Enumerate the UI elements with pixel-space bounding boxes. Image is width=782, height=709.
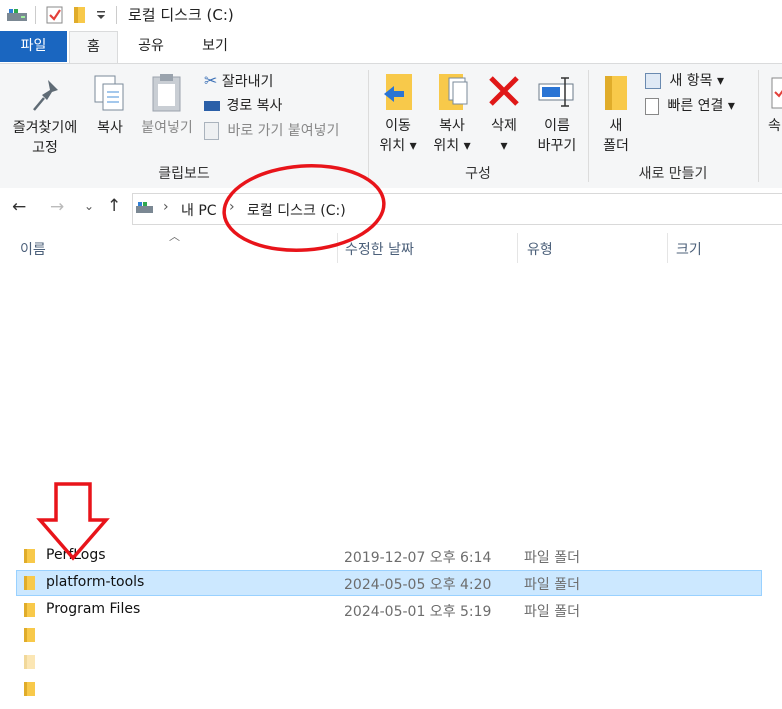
- file-row-program-files[interactable]: Program Files 2024-05-01 오후 5:19 파일 폴더: [16, 597, 762, 623]
- breadcrumb-separator-icon[interactable]: ›: [163, 199, 169, 215]
- copy-to-label-2: 위치 ▾: [433, 138, 471, 154]
- folder-icon: [24, 576, 35, 590]
- copy-path-label: 경로 복사: [226, 98, 283, 114]
- folder-icon: [24, 603, 35, 617]
- rename-label-2: 바꾸기: [537, 138, 577, 154]
- delete-x-icon: [489, 76, 519, 106]
- rename-icon: [538, 77, 574, 107]
- copy-path-button[interactable]: 경로 복사: [204, 95, 282, 117]
- tab-view[interactable]: 보기: [186, 31, 244, 62]
- pin-label-1: 즐겨찾기에: [12, 120, 78, 136]
- properties-partial-label: 속: [768, 118, 781, 134]
- move-to-button[interactable]: 이동 위치 ▾: [373, 70, 423, 162]
- delete-label: 삭제: [491, 118, 517, 134]
- column-header-modified[interactable]: 수정한 날짜: [345, 239, 414, 259]
- ribbon-tabs: 파일 홈 공유 보기: [0, 31, 782, 64]
- breadcrumb-separator-icon[interactable]: ›: [229, 199, 235, 215]
- file-name: Program Files: [46, 601, 141, 617]
- folder-icon[interactable]: [24, 628, 35, 642]
- move-to-label-1: 이동: [385, 118, 411, 134]
- copy-to-label-1: 복사: [439, 118, 465, 134]
- clipboard-group-label: 클립보드: [158, 166, 210, 182]
- rename-button[interactable]: 이름 바꾸기: [529, 70, 585, 162]
- pin-label-2: 고정: [32, 140, 58, 156]
- file-name: platform-tools: [46, 574, 145, 590]
- up-arrow-icon[interactable]: ↑: [107, 196, 121, 216]
- title-bar: 로컬 디스크 (C:): [0, 0, 782, 30]
- recent-locations-chevron-icon[interactable]: ⌄: [84, 199, 94, 213]
- pin-icon: [33, 80, 58, 111]
- new-item-icon: [645, 73, 661, 89]
- chevron-down-icon[interactable]: [95, 9, 107, 21]
- copy-path-icon: [204, 101, 220, 111]
- drive-icon: [136, 202, 153, 213]
- tab-file[interactable]: 파일: [0, 31, 67, 62]
- breadcrumb-this-pc[interactable]: 내 PC: [181, 200, 217, 220]
- file-modified: 2024-05-01 오후 5:19: [344, 604, 492, 620]
- file-type: 파일 폴더: [524, 577, 580, 593]
- easy-access-button[interactable]: 빠른 연결 ▾: [645, 95, 735, 117]
- tab-share[interactable]: 공유: [124, 31, 178, 62]
- file-row-perflogs[interactable]: PerfLogs 2019-12-07 오후 6:14 파일 폴더: [16, 543, 762, 569]
- properties-button[interactable]: 속: [764, 70, 782, 162]
- easy-access-icon: [645, 97, 659, 115]
- file-type: 파일 폴더: [524, 604, 580, 620]
- properties-icon[interactable]: [46, 5, 64, 25]
- new-folder-quick-icon[interactable]: [73, 5, 87, 25]
- file-type: 파일 폴더: [524, 550, 580, 566]
- new-item-label: 새 항목: [669, 73, 713, 89]
- new-folder-button[interactable]: 새 폴더: [593, 70, 639, 162]
- paste-shortcut-label: 바로 가기 붙여넣기: [227, 123, 340, 139]
- folder-icon: [605, 76, 627, 110]
- delete-button[interactable]: 삭제 ▾: [481, 70, 527, 162]
- new-item-button[interactable]: 새 항목 ▾: [645, 70, 724, 92]
- organize-group-label: 구성: [465, 166, 491, 182]
- easy-access-label: 빠른 연결: [667, 98, 724, 114]
- column-header-size[interactable]: 크기: [676, 239, 702, 259]
- paste-button[interactable]: 붙여넣기: [134, 72, 200, 162]
- file-modified: 2024-05-05 오후 4:20: [344, 577, 492, 593]
- forward-arrow-icon[interactable]: →: [50, 197, 64, 217]
- delete-chevron-icon[interactable]: ▾: [481, 136, 527, 156]
- window-title: 로컬 디스크 (C:): [128, 6, 234, 24]
- new-group-label: 새로 만들기: [638, 166, 708, 182]
- properties-ribbon-icon: [771, 77, 782, 109]
- back-arrow-icon[interactable]: ←: [12, 197, 26, 217]
- paste-shortcut-button[interactable]: 바로 가기 붙여넣기: [204, 120, 339, 142]
- copy-to-button[interactable]: 복사 위치 ▾: [427, 70, 477, 162]
- drive-icon: [7, 9, 27, 21]
- new-group: 새 폴더 새 항목 ▾ 빠른 연결 ▾ 새로 만들기: [589, 64, 757, 188]
- move-to-label-2: 위치 ▾: [379, 138, 417, 154]
- clipboard-group: 즐겨찾기에 고정 복사 붙여넣기 ✂ 잘라내기 경로 복사 바로 가기 붙여넣기…: [0, 64, 368, 188]
- copy-button[interactable]: 복사: [88, 72, 132, 162]
- folder-icon: [24, 549, 35, 563]
- pin-to-quick-access-button[interactable]: 즐겨찾기에 고정: [4, 72, 86, 162]
- scissors-icon: ✂: [204, 71, 218, 90]
- breadcrumb-local-disk[interactable]: 로컬 디스크 (C:): [247, 200, 346, 220]
- ribbon: 즐겨찾기에 고정 복사 붙여넣기 ✂ 잘라내기 경로 복사 바로 가기 붙여넣기…: [0, 63, 782, 189]
- file-modified: 2019-12-07 오후 6:14: [344, 550, 492, 566]
- new-folder-label-2: 폴더: [603, 138, 629, 154]
- paste-label: 붙여넣기: [141, 120, 193, 136]
- folder-icon[interactable]: [24, 682, 35, 696]
- move-folder-icon: [384, 74, 412, 110]
- file-name: PerfLogs: [46, 547, 106, 563]
- clipboard-icon: [152, 74, 181, 112]
- folder-icon[interactable]: [24, 655, 35, 669]
- new-folder-label-1: 새: [609, 118, 623, 134]
- column-header-type[interactable]: 유형: [527, 239, 553, 259]
- cut-button[interactable]: ✂ 잘라내기: [204, 70, 273, 92]
- sort-ascending-icon: ︿: [169, 230, 180, 243]
- rename-label-1: 이름: [544, 118, 570, 134]
- paste-shortcut-icon: [204, 122, 219, 140]
- address-bar[interactable]: › 내 PC › 로컬 디스크 (C:): [132, 193, 782, 225]
- organize-group: 이동 위치 ▾ 복사 위치 ▾ 삭제 ▾ 이름 바꾸기 구성: [369, 64, 587, 188]
- file-row-platform-tools[interactable]: platform-tools 2024-05-05 오후 4:20 파일 폴더: [16, 570, 762, 596]
- tab-home[interactable]: 홈: [69, 31, 118, 64]
- column-header-name[interactable]: 이름: [20, 239, 46, 259]
- cut-label: 잘라내기: [221, 74, 274, 90]
- copy-icon: [94, 75, 124, 111]
- copy-label: 복사: [97, 120, 123, 136]
- copy-folder-icon: [439, 74, 468, 110]
